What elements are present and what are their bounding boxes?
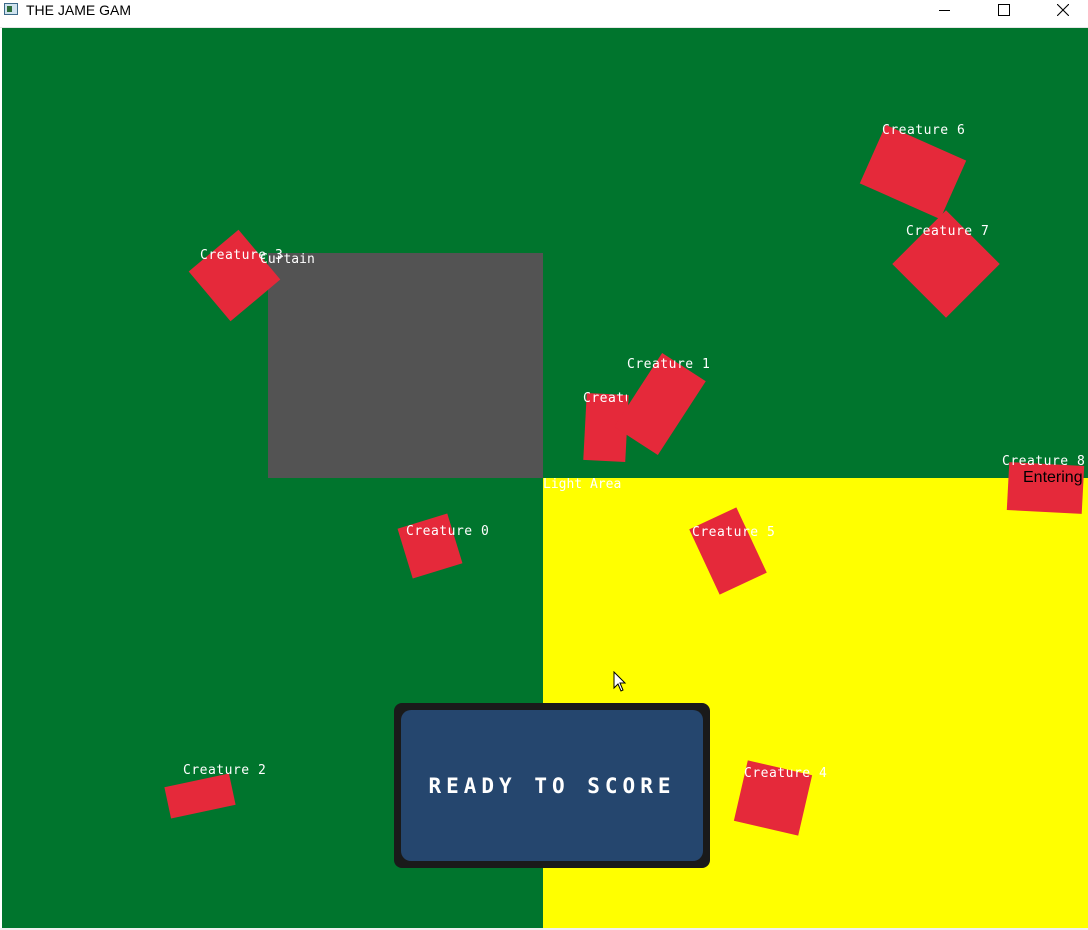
game-field[interactable]: Curtain Light Area Creature 9 Creature 3…: [2, 28, 1088, 928]
maximize-button[interactable]: [975, 0, 1033, 20]
score-button-frame: READY TO SCORE: [394, 703, 710, 868]
creature-3-body[interactable]: [188, 229, 281, 322]
close-button[interactable]: [1034, 0, 1088, 20]
curtain-zone: [268, 253, 543, 478]
window-titlebar: THE JAME GAM: [0, 0, 1088, 28]
creature-6-body[interactable]: [859, 124, 967, 220]
minimize-icon: [939, 10, 950, 11]
creature-6-label: Creature 6: [882, 123, 966, 138]
creature-2-label: Creature 2: [183, 763, 267, 778]
creature-4-label: Creature 4: [744, 766, 828, 781]
creature-7-label: Creature 7: [906, 224, 990, 239]
maximize-icon: [998, 4, 1010, 16]
creature-9-label: Creature 9: [583, 392, 627, 406]
creature-8-status: Entering: [1023, 469, 1083, 486]
close-icon: [1057, 4, 1069, 16]
ready-to-score-button[interactable]: READY TO SCORE: [401, 710, 703, 861]
creature-5-label: Creature 5: [692, 525, 776, 540]
creature-0-label: Creature 0: [406, 524, 490, 539]
light-area-label: Light Area: [543, 477, 622, 492]
app-window-icon: [4, 3, 18, 15]
minimize-button[interactable]: [916, 0, 974, 20]
window-title: THE JAME GAM: [26, 2, 132, 18]
creature-3-label: Creature 3: [200, 248, 284, 263]
creature-1-label: Creature 1: [627, 357, 711, 372]
creature-2-body[interactable]: [164, 773, 236, 819]
creature-8-label: Creature 8: [1002, 454, 1086, 469]
mouse-cursor-icon: [613, 671, 627, 692]
